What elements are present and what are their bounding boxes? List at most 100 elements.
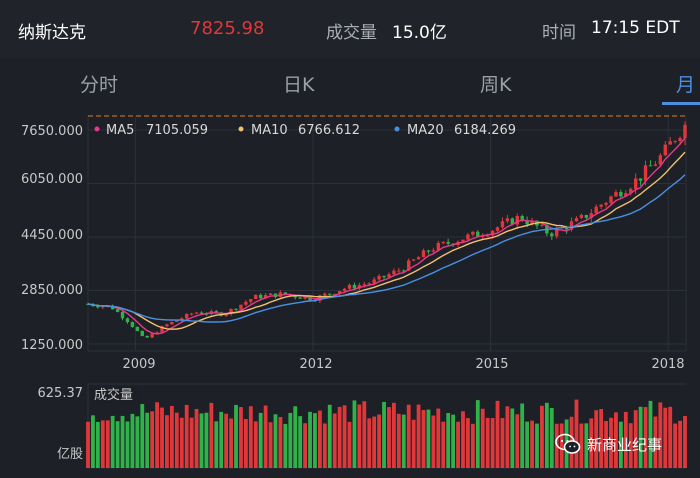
ma5-line: [87, 137, 686, 335]
candle-body: [426, 250, 431, 252]
candle-body: [663, 144, 667, 156]
volume-bar: [125, 421, 130, 468]
volume-bar: [451, 414, 456, 468]
candle-body: [505, 218, 510, 222]
volume-bar: [140, 404, 145, 468]
legend-ma20-key: MA20: [407, 123, 444, 138]
candle-body: [584, 214, 589, 218]
volume-bar: [466, 418, 470, 468]
wechat-icon: [555, 433, 581, 454]
volume-bar: [184, 404, 189, 468]
candle-body: [382, 275, 386, 278]
candle-body: [125, 318, 130, 323]
candle-body: [673, 140, 677, 142]
volume-bar: [204, 412, 209, 468]
candle-body: [165, 324, 169, 327]
volume-bar: [110, 415, 115, 468]
volume-bar: [406, 404, 411, 468]
candle-body: [446, 241, 450, 244]
legend-ma10-dot: [238, 126, 244, 132]
candle-body: [643, 165, 648, 181]
volume-bar: [396, 413, 401, 468]
legend-ma5-value: 7105.059: [146, 123, 208, 138]
candle-body: [466, 234, 470, 240]
volume-bar: [520, 403, 525, 468]
volume-bar: [199, 413, 204, 468]
tab-daily-k[interactable]: 日K: [283, 70, 314, 97]
watermark: 新商业纪事: [555, 430, 662, 458]
candle-body: [678, 138, 682, 141]
volume-bar: [377, 414, 382, 468]
candle-body: [342, 288, 347, 291]
candle-body: [170, 321, 174, 325]
volume-bar: [510, 408, 515, 468]
volume-bar: [421, 409, 426, 468]
candle-body: [115, 309, 120, 312]
candle-body: [658, 155, 663, 165]
volume-max-label: 625.37: [38, 386, 84, 401]
candle-body: [495, 227, 500, 231]
volume-bar: [130, 413, 135, 468]
volume-bar: [673, 423, 678, 468]
candle-body: [347, 284, 352, 289]
volume-bar: [160, 407, 164, 468]
tab-intraday[interactable]: 分时: [80, 70, 118, 97]
volume-bar: [480, 408, 485, 468]
quote-header: 纳斯达克 7825.98 成交量 15.0亿 时间 17:15 EDT: [0, 0, 700, 58]
volume-bar: [382, 401, 386, 468]
volume-bar: [525, 421, 530, 468]
candle-body: [194, 312, 199, 314]
volume-bar: [663, 407, 668, 468]
volume-bar: [387, 407, 391, 468]
candle-body: [638, 178, 643, 181]
candle-body: [254, 294, 258, 300]
tab-weekly-k[interactable]: 周K: [480, 70, 511, 97]
volume-value: 15.0亿: [392, 23, 447, 43]
volume-bar: [392, 402, 396, 468]
volume-bar: [357, 404, 362, 468]
volume-bar: [530, 420, 534, 468]
candle-body: [145, 335, 149, 338]
volume-bar: [273, 414, 278, 468]
candle-body: [130, 322, 135, 327]
volume-bar: [401, 414, 406, 468]
candle-body: [135, 326, 140, 331]
volume-bar: [490, 418, 495, 468]
volume-bar: [668, 406, 673, 468]
candle-body: [540, 224, 544, 226]
volume-bar: [332, 413, 337, 468]
volume-bar: [293, 406, 298, 468]
volume-bar: [224, 413, 229, 468]
volume-bar: [100, 420, 105, 468]
volume-bar: [500, 418, 505, 468]
y-tick-label: 2850.000: [21, 283, 83, 298]
volume-bar: [362, 401, 367, 468]
active-tab-indicator: [662, 102, 700, 105]
current-price: 7825.98: [190, 18, 265, 39]
candle-body: [392, 270, 396, 275]
legend-ma10-value: 6766.612: [298, 123, 360, 138]
legend-ma20-dot: [394, 126, 400, 132]
candle-body: [234, 308, 238, 310]
volume-bar: [549, 408, 554, 468]
tab-monthly-k[interactable]: 月: [676, 70, 695, 97]
candle-body: [500, 221, 505, 228]
candle-body: [609, 196, 613, 203]
volume-bar: [263, 405, 268, 468]
volume-bar: [135, 416, 140, 468]
index-name: 纳斯达克: [18, 23, 86, 43]
volume-bar: [120, 415, 125, 468]
volume-bar: [150, 411, 155, 468]
legend-ma5-key: MA5: [106, 123, 134, 138]
volume-bar: [303, 423, 307, 468]
legend-ma20-value: 6184.269: [454, 123, 516, 138]
legend-ma5-dot: [94, 126, 100, 132]
candle-body: [599, 204, 603, 207]
candles: [86, 121, 687, 339]
candle-body: [604, 202, 608, 205]
ma10-line: [87, 151, 686, 330]
y-tick-label: 4450.000: [21, 228, 83, 243]
candle-body: [140, 330, 144, 336]
kline-chart[interactable]: MA5 7105.059 MA10 6766.612 MA20 6184.269…: [0, 106, 700, 474]
candle-body: [323, 293, 327, 296]
